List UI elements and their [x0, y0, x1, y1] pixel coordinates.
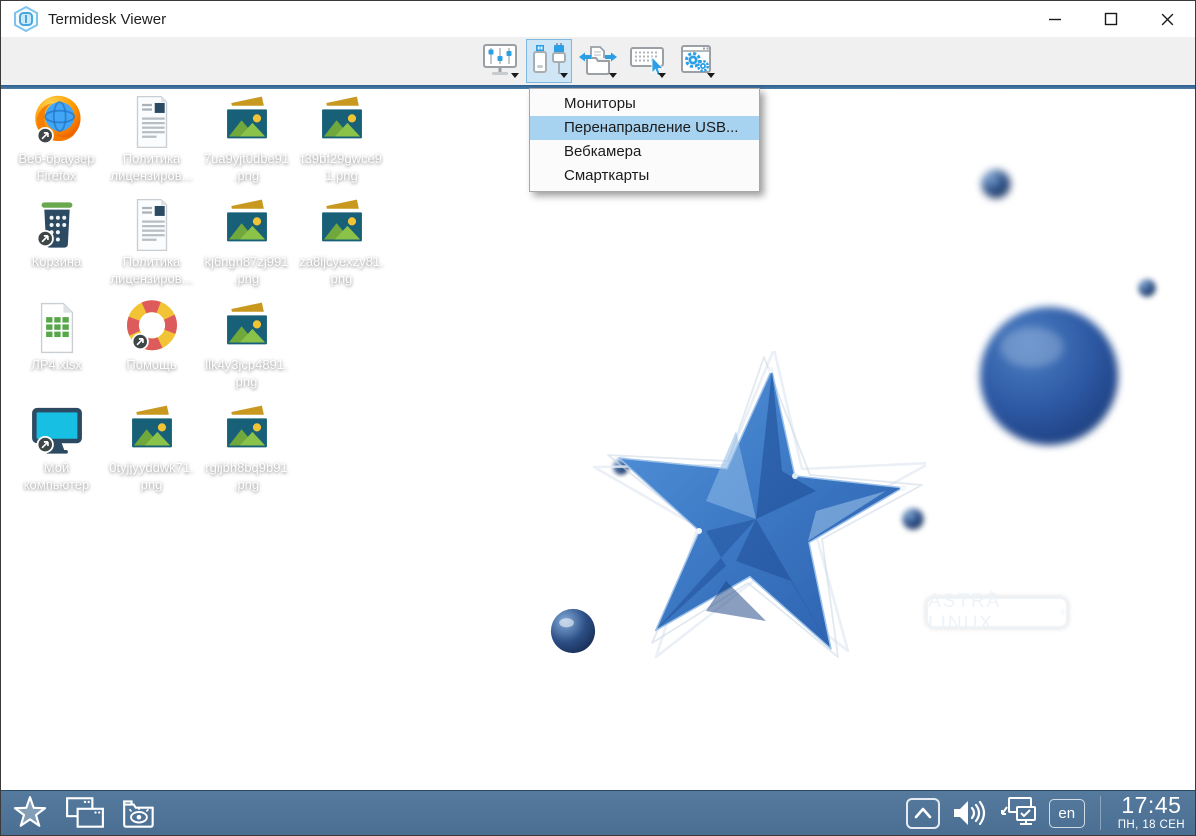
desktop-icon-label: Политика лицензиров... — [111, 151, 193, 184]
image-icon — [123, 402, 181, 460]
desktop-icon-my-computer[interactable]: Мой компьютер — [9, 402, 104, 505]
desktop-icon-label: Мой компьютер — [24, 460, 90, 493]
computer-icon — [28, 402, 86, 460]
desktop-icon-label: t39bf29gwce9 1.png — [301, 151, 382, 184]
desktop-icon-label: Веб-браузер Firefox — [18, 151, 94, 184]
network-displays-icon[interactable] — [998, 795, 1040, 831]
menu-item-usb-redirect[interactable]: Перенаправление USB... — [530, 116, 759, 140]
wallpaper-star — [586, 351, 926, 691]
sphere-right-edge — [1138, 279, 1156, 297]
desktop-icon-image-t39bf29gwce91[interactable]: t39bf29gwce9 1.png — [294, 93, 389, 196]
image-icon — [218, 299, 276, 357]
termidesk-logo-icon — [13, 6, 39, 32]
desktop-icon-lr4-xlsx[interactable]: ЛР4.xlsx — [9, 299, 104, 402]
sphere-small-top — [981, 169, 1011, 199]
window-title: Termidesk Viewer — [48, 11, 166, 28]
document-icon — [123, 196, 181, 254]
desktop-icon-label: Помощь — [126, 357, 176, 374]
desktop-icon-label: llk4y3jcp4891. png — [205, 357, 287, 390]
menu-item-smartcards[interactable]: Смарткарты — [530, 164, 759, 188]
volume-icon[interactable] — [949, 795, 989, 831]
usb-redirect-button[interactable] — [526, 39, 572, 83]
astra-linux-logo: ★ ASTRA LINUX ® — [926, 597, 1068, 628]
screenshot-tool-icon[interactable] — [121, 795, 159, 831]
tray-expand-button[interactable] — [906, 798, 940, 829]
keyboard-input-button[interactable] — [624, 39, 670, 83]
chevron-down-icon — [658, 73, 666, 78]
close-icon — [1160, 12, 1175, 27]
desktop-icon-firefox[interactable]: Веб-браузер Firefox — [9, 93, 104, 196]
desktop-icon-image-0tyjjyyddwk71[interactable]: 0tyjjyyddwk71. png — [104, 402, 199, 505]
usb-devices-dropdown-menu: Мониторы Перенаправление USB... Вебкамер… — [529, 88, 760, 192]
firefox-icon — [28, 93, 86, 151]
desktop-icon-image-kj6ngn87zj991[interactable]: kj6ngn87zj991 .png — [199, 196, 294, 299]
desktop-icon-label: 0tyjjyyddwk71. png — [109, 460, 194, 493]
start-menu-star-icon[interactable] — [11, 794, 49, 832]
desktop-icon-label: kj6ngn87zj991 .png — [205, 254, 289, 287]
desktop-icon-label: za8ijcyexzy81. png — [299, 254, 384, 287]
minimize-button[interactable] — [1027, 1, 1083, 37]
chevron-down-icon — [511, 73, 519, 78]
chevron-up-icon — [912, 805, 934, 821]
desktop-icon-label: 7ua9yjt0dbe91 .png — [204, 151, 289, 184]
session-settings-button[interactable] — [673, 39, 719, 83]
document-icon — [123, 93, 181, 151]
window-switcher-icon[interactable] — [65, 795, 105, 831]
menu-item-webcam[interactable]: Вебкамера — [530, 140, 759, 164]
desktop-icon-label: Политика лицензиров... — [111, 254, 193, 287]
clock[interactable]: 17:45 ПН, 18 СЕН — [1118, 794, 1185, 832]
desktop-icon-image-llk4y3jcp4891[interactable]: llk4y3jcp4891. png — [199, 299, 294, 402]
keyboard-layout-indicator[interactable]: en — [1049, 799, 1085, 828]
display-settings-button[interactable] — [477, 39, 523, 83]
desktop-icon-label: ЛР4.xlsx — [31, 357, 81, 374]
menu-item-monitors[interactable]: Мониторы — [530, 92, 759, 116]
clock-time: 17:45 — [1118, 794, 1185, 817]
desktop-icon-image-7ua9yjt0dbe91[interactable]: 7ua9yjt0dbe91 .png — [199, 93, 294, 196]
desktop-icon-policy-1[interactable]: Политика лицензиров... — [104, 93, 199, 196]
image-icon — [218, 196, 276, 254]
file-transfer-button[interactable] — [575, 39, 621, 83]
maximize-button[interactable] — [1083, 1, 1139, 37]
image-icon — [313, 196, 371, 254]
desktop-icon-grid: Веб-браузер Firefox Корзина ЛР4.xlsx Мой… — [9, 93, 389, 505]
sphere-large — [977, 304, 1121, 448]
spreadsheet-icon — [28, 299, 86, 357]
desktop-icon-label: rgijbh8bq9b91 .png — [205, 460, 287, 493]
session-toolbar — [1, 37, 1195, 85]
chevron-down-icon — [707, 73, 715, 78]
image-icon — [313, 93, 371, 151]
chevron-down-icon — [609, 73, 617, 78]
termidesk-viewer-window: Termidesk Viewer — [0, 0, 1196, 836]
clock-date: ПН, 18 СЕН — [1118, 820, 1185, 832]
chevron-down-icon — [560, 73, 568, 78]
keyboard-layout-label: en — [1058, 805, 1075, 822]
taskbar-divider — [1100, 796, 1101, 830]
desktop-icon-image-rgijbh8bq9b91[interactable]: rgijbh8bq9b91 .png — [199, 402, 294, 505]
desktop-icon-policy-2[interactable]: Политика лицензиров... — [104, 196, 199, 299]
astra-star-icon: ★ — [986, 587, 998, 603]
trash-icon — [28, 196, 86, 254]
maximize-icon — [1104, 12, 1118, 26]
taskbar: en 17:45 ПН, 18 СЕН — [1, 790, 1195, 835]
registered-mark: ® — [1060, 608, 1066, 617]
minimize-icon — [1048, 12, 1062, 26]
desktop-icon-image-za8ijcyexzy81[interactable]: za8ijcyexzy81. png — [294, 196, 389, 299]
image-icon — [218, 93, 276, 151]
desktop-icon-trash[interactable]: Корзина — [9, 196, 104, 299]
close-button[interactable] — [1139, 1, 1195, 37]
image-icon — [218, 402, 276, 460]
title-bar: Termidesk Viewer — [1, 1, 1195, 37]
desktop-icon-help[interactable]: Помощь — [104, 299, 199, 402]
desktop-icon-label: Корзина — [32, 254, 82, 271]
help-icon — [123, 299, 181, 357]
